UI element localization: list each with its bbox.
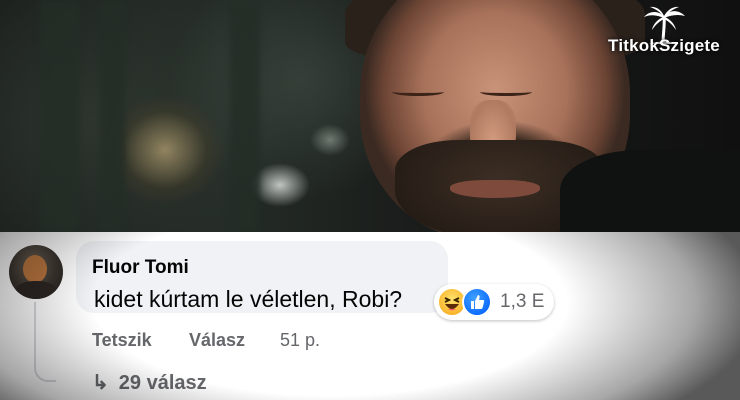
- reply-button[interactable]: Válasz: [189, 330, 245, 351]
- logo-text-right: Szigete: [659, 36, 720, 55]
- comment-section: Fluor Tomi kidet kúrtam le véletlen, Rob…: [0, 232, 740, 400]
- comment-timestamp[interactable]: 51 p.: [280, 330, 320, 351]
- person-eye: [392, 88, 444, 96]
- comment-author[interactable]: Fluor Tomi: [92, 257, 189, 279]
- like-button[interactable]: Tetszik: [92, 330, 152, 351]
- person-eye: [480, 88, 532, 96]
- like-icon: [462, 287, 492, 317]
- avatar-head: [23, 255, 47, 283]
- reply-arrow-icon: ↳: [92, 372, 109, 394]
- comment-bubble: Fluor Tomi kidet kúrtam le véletlen, Rob…: [76, 241, 448, 313]
- photo: TitkokSzigete: [0, 0, 740, 232]
- background-pillar: [230, 0, 260, 232]
- thread-line: [34, 302, 56, 382]
- person-mouth: [450, 180, 540, 198]
- person-shoulder: [560, 150, 740, 232]
- avatar[interactable]: [9, 245, 63, 299]
- view-replies-link[interactable]: ↳ 29 válasz: [92, 370, 207, 395]
- replies-count-label: 29 válasz: [118, 372, 207, 394]
- titkok-szigete-logo: TitkokSzigete: [594, 6, 734, 64]
- logo-text-left: Titkok: [608, 36, 660, 55]
- avatar-body: [15, 281, 57, 299]
- reactions-summary[interactable]: 1,3 E: [434, 284, 554, 320]
- background-pillar: [100, 0, 125, 232]
- comment-text: kidet kúrtam le véletlen, Robi?: [94, 286, 403, 312]
- background-pillar: [40, 0, 80, 232]
- logo-text: TitkokSzigete: [594, 36, 734, 56]
- reaction-count: 1,3 E: [500, 291, 545, 312]
